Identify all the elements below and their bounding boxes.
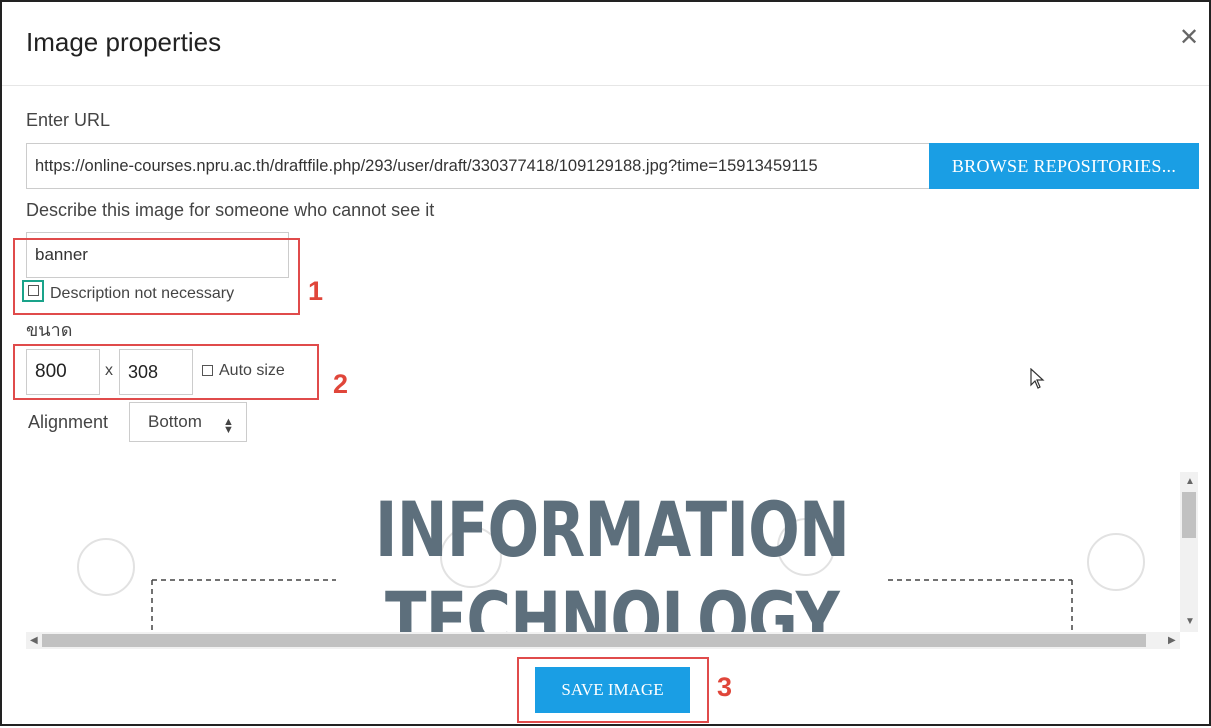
annotation-box-1 <box>13 238 300 315</box>
size-label: ขนาด <box>26 320 73 340</box>
alignment-label: Alignment <box>28 412 109 432</box>
annotation-checkbox-highlight <box>22 280 44 302</box>
scroll-up-icon[interactable]: ▲ <box>1185 477 1195 487</box>
annotation-number-3: 3 <box>717 672 733 702</box>
vertical-scroll-thumb[interactable] <box>1182 492 1196 538</box>
alt-label: Describe this image for someone who cann… <box>26 200 435 220</box>
alignment-selected-value: Bottom <box>148 412 202 431</box>
horizontal-scroll-thumb[interactable] <box>42 634 1146 647</box>
close-icon[interactable]: ✕ <box>1179 26 1199 50</box>
mouse-pointer-icon <box>1030 368 1045 389</box>
annotation-number-2: 2 <box>333 369 349 399</box>
alignment-select[interactable]: Bottom ▲ ▼ <box>129 402 247 442</box>
image-preview: INFORMATION TECHNOLOGY <box>26 472 1198 649</box>
scroll-down-icon[interactable]: ▼ <box>1185 617 1195 627</box>
url-label: Enter URL <box>26 110 111 130</box>
preview-line-1: INFORMATION <box>374 485 850 574</box>
url-input[interactable]: https://online-courses.npru.ac.th/draftf… <box>26 143 929 189</box>
annotation-box-3 <box>517 657 709 723</box>
select-caret-icon: ▲ ▼ <box>223 416 234 436</box>
dialog-header: Image properties ✕ <box>2 2 1209 86</box>
browse-repositories-button[interactable]: BROWSE REPOSITORIES... <box>929 143 1199 189</box>
annotation-box-2 <box>13 344 319 400</box>
scroll-right-icon[interactable]: ▶ <box>1168 636 1176 646</box>
image-properties-dialog: Image properties ✕ Enter URL https://onl… <box>0 0 1211 726</box>
dialog-title: Image properties <box>26 27 222 57</box>
annotation-number-1: 1 <box>308 276 324 306</box>
scroll-left-icon[interactable]: ◀ <box>30 636 38 646</box>
